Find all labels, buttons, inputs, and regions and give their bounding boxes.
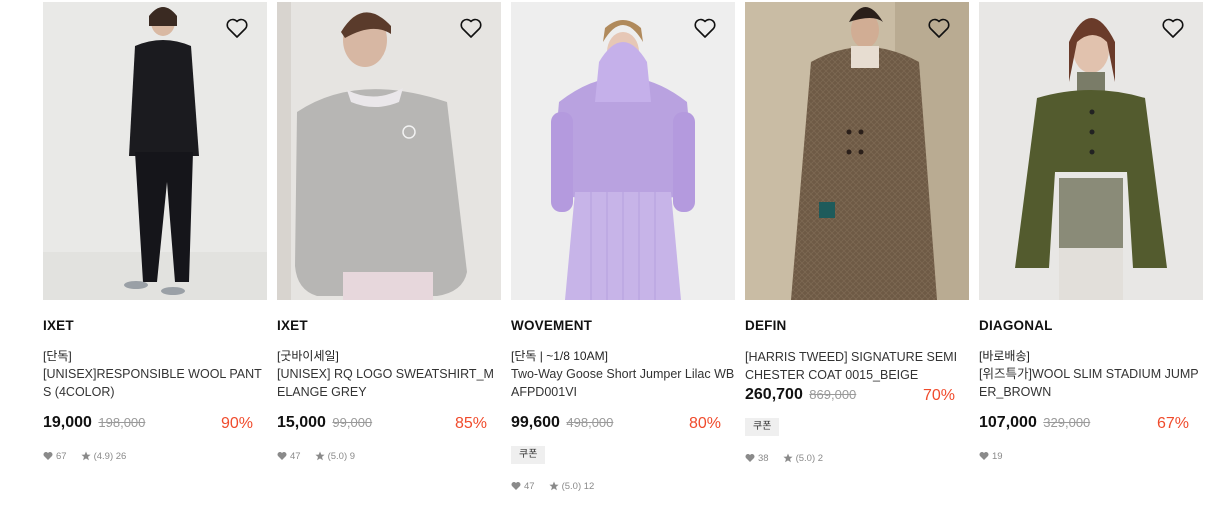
rating: (5.0) 2 [795, 452, 824, 464]
sale-price: 99,600 [511, 414, 560, 431]
price-row: 260,700 869,000 70% [745, 386, 969, 408]
product-card[interactable]: IXET [단독] [UNISEX]RESPONSIBLE WOOL PANTS… [43, 2, 267, 462]
product-name[interactable]: [HARRIS TWEED] SIGNATURE SEMI CHESTER CO… [745, 348, 969, 384]
original-price: 99,000 [332, 415, 373, 430]
heart-filled-icon [277, 452, 287, 460]
wishlist-heart-icon[interactable] [459, 17, 483, 39]
brand-name[interactable]: DIAGONAL [979, 318, 1203, 334]
star-icon [782, 453, 793, 463]
coupon-badge: 쿠폰 [511, 446, 546, 464]
like-count: 19 [992, 450, 1003, 462]
wishlist-heart-icon[interactable] [693, 17, 717, 39]
product-image[interactable] [43, 2, 267, 300]
star-icon [548, 481, 559, 491]
discount-rate: 70% [922, 387, 955, 404]
discount-rate: 67% [1156, 415, 1189, 432]
product-name[interactable]: [위즈특가]WOOL SLIM STADIUM JUMPER_BROWN [979, 365, 1203, 401]
brand-name[interactable]: IXET [43, 318, 267, 334]
review-meta: 47 (5.0) 9 [277, 450, 501, 462]
product-name[interactable]: [UNISEX]RESPONSIBLE WOOL PANTS (4COLOR) [43, 365, 267, 401]
like-count: 67 [56, 450, 67, 462]
heart-filled-icon [979, 452, 989, 460]
product-grid: IXET [단독] [UNISEX]RESPONSIBLE WOOL PANTS… [0, 0, 1219, 506]
product-photo [979, 2, 1203, 300]
sale-price: 15,000 [277, 414, 326, 431]
coupon-badge: 쿠폰 [745, 418, 780, 436]
rating: (5.0) 12 [561, 480, 595, 492]
wishlist-heart-icon[interactable] [927, 17, 951, 39]
price-row: 19,000 198,000 90% [43, 414, 267, 436]
original-price: 198,000 [98, 415, 146, 430]
discount-rate: 80% [688, 415, 721, 432]
product-photo [277, 2, 501, 300]
original-price: 498,000 [566, 415, 614, 430]
review-meta: 19 [979, 450, 1203, 462]
brand-name[interactable]: DEFIN [745, 318, 969, 334]
rating: (5.0) 9 [327, 450, 356, 462]
product-image[interactable] [277, 2, 501, 300]
product-card[interactable]: DIAGONAL [바로배송] [위즈특가]WOOL SLIM STADIUM … [979, 2, 1203, 462]
star-icon [314, 451, 325, 461]
like-count: 47 [290, 450, 301, 462]
product-photo [745, 2, 969, 300]
product-card[interactable]: DEFIN [HARRIS TWEED] SIGNATURE SEMI CHES… [745, 2, 969, 464]
sale-price: 19,000 [43, 414, 92, 431]
heart-filled-icon [745, 454, 755, 462]
review-meta: 47 (5.0) 12 [511, 480, 735, 492]
product-card[interactable]: WOVEMENT [단독 | ~1/8 10AM] Two-Way Goose … [511, 2, 735, 492]
product-photo [511, 2, 735, 300]
sale-price: 260,700 [745, 386, 803, 403]
brand-name[interactable]: WOVEMENT [511, 318, 735, 334]
heart-filled-icon [511, 482, 521, 490]
discount-rate: 85% [454, 415, 487, 432]
review-meta: 38 (5.0) 2 [745, 452, 969, 464]
original-price: 869,000 [809, 387, 857, 402]
product-image[interactable] [511, 2, 735, 300]
discount-rate: 90% [220, 415, 253, 432]
like-count: 38 [758, 452, 769, 464]
product-tag: [바로배송] [979, 349, 1030, 363]
price-row: 107,000 329,000 67% [979, 414, 1203, 436]
product-tag: [굿바이세일] [277, 349, 339, 363]
like-count: 47 [524, 480, 535, 492]
product-tag: [단독] [43, 349, 72, 363]
rating: (4.9) 26 [93, 450, 127, 462]
product-image[interactable] [979, 2, 1203, 300]
product-photo [43, 2, 267, 300]
wishlist-heart-icon[interactable] [1161, 17, 1185, 39]
sale-price: 107,000 [979, 414, 1037, 431]
brand-name[interactable]: IXET [277, 318, 501, 334]
star-icon [80, 451, 91, 461]
wishlist-heart-icon[interactable] [225, 17, 249, 39]
product-image[interactable] [745, 2, 969, 300]
product-tag: [단독 | ~1/8 10AM] [511, 349, 608, 363]
review-meta: 67 (4.9) 26 [43, 450, 267, 462]
original-price: 329,000 [1043, 415, 1091, 430]
product-name[interactable]: Two-Way Goose Short Jumper Lilac WBAFPD0… [511, 365, 735, 401]
product-name[interactable]: [UNISEX] RQ LOGO SWEATSHIRT_MELANGE GREY [277, 365, 501, 401]
price-row: 99,600 498,000 80% [511, 414, 735, 436]
price-row: 15,000 99,000 85% [277, 414, 501, 436]
heart-filled-icon [43, 452, 53, 460]
product-card[interactable]: IXET [굿바이세일] [UNISEX] RQ LOGO SWEATSHIRT… [277, 2, 501, 462]
